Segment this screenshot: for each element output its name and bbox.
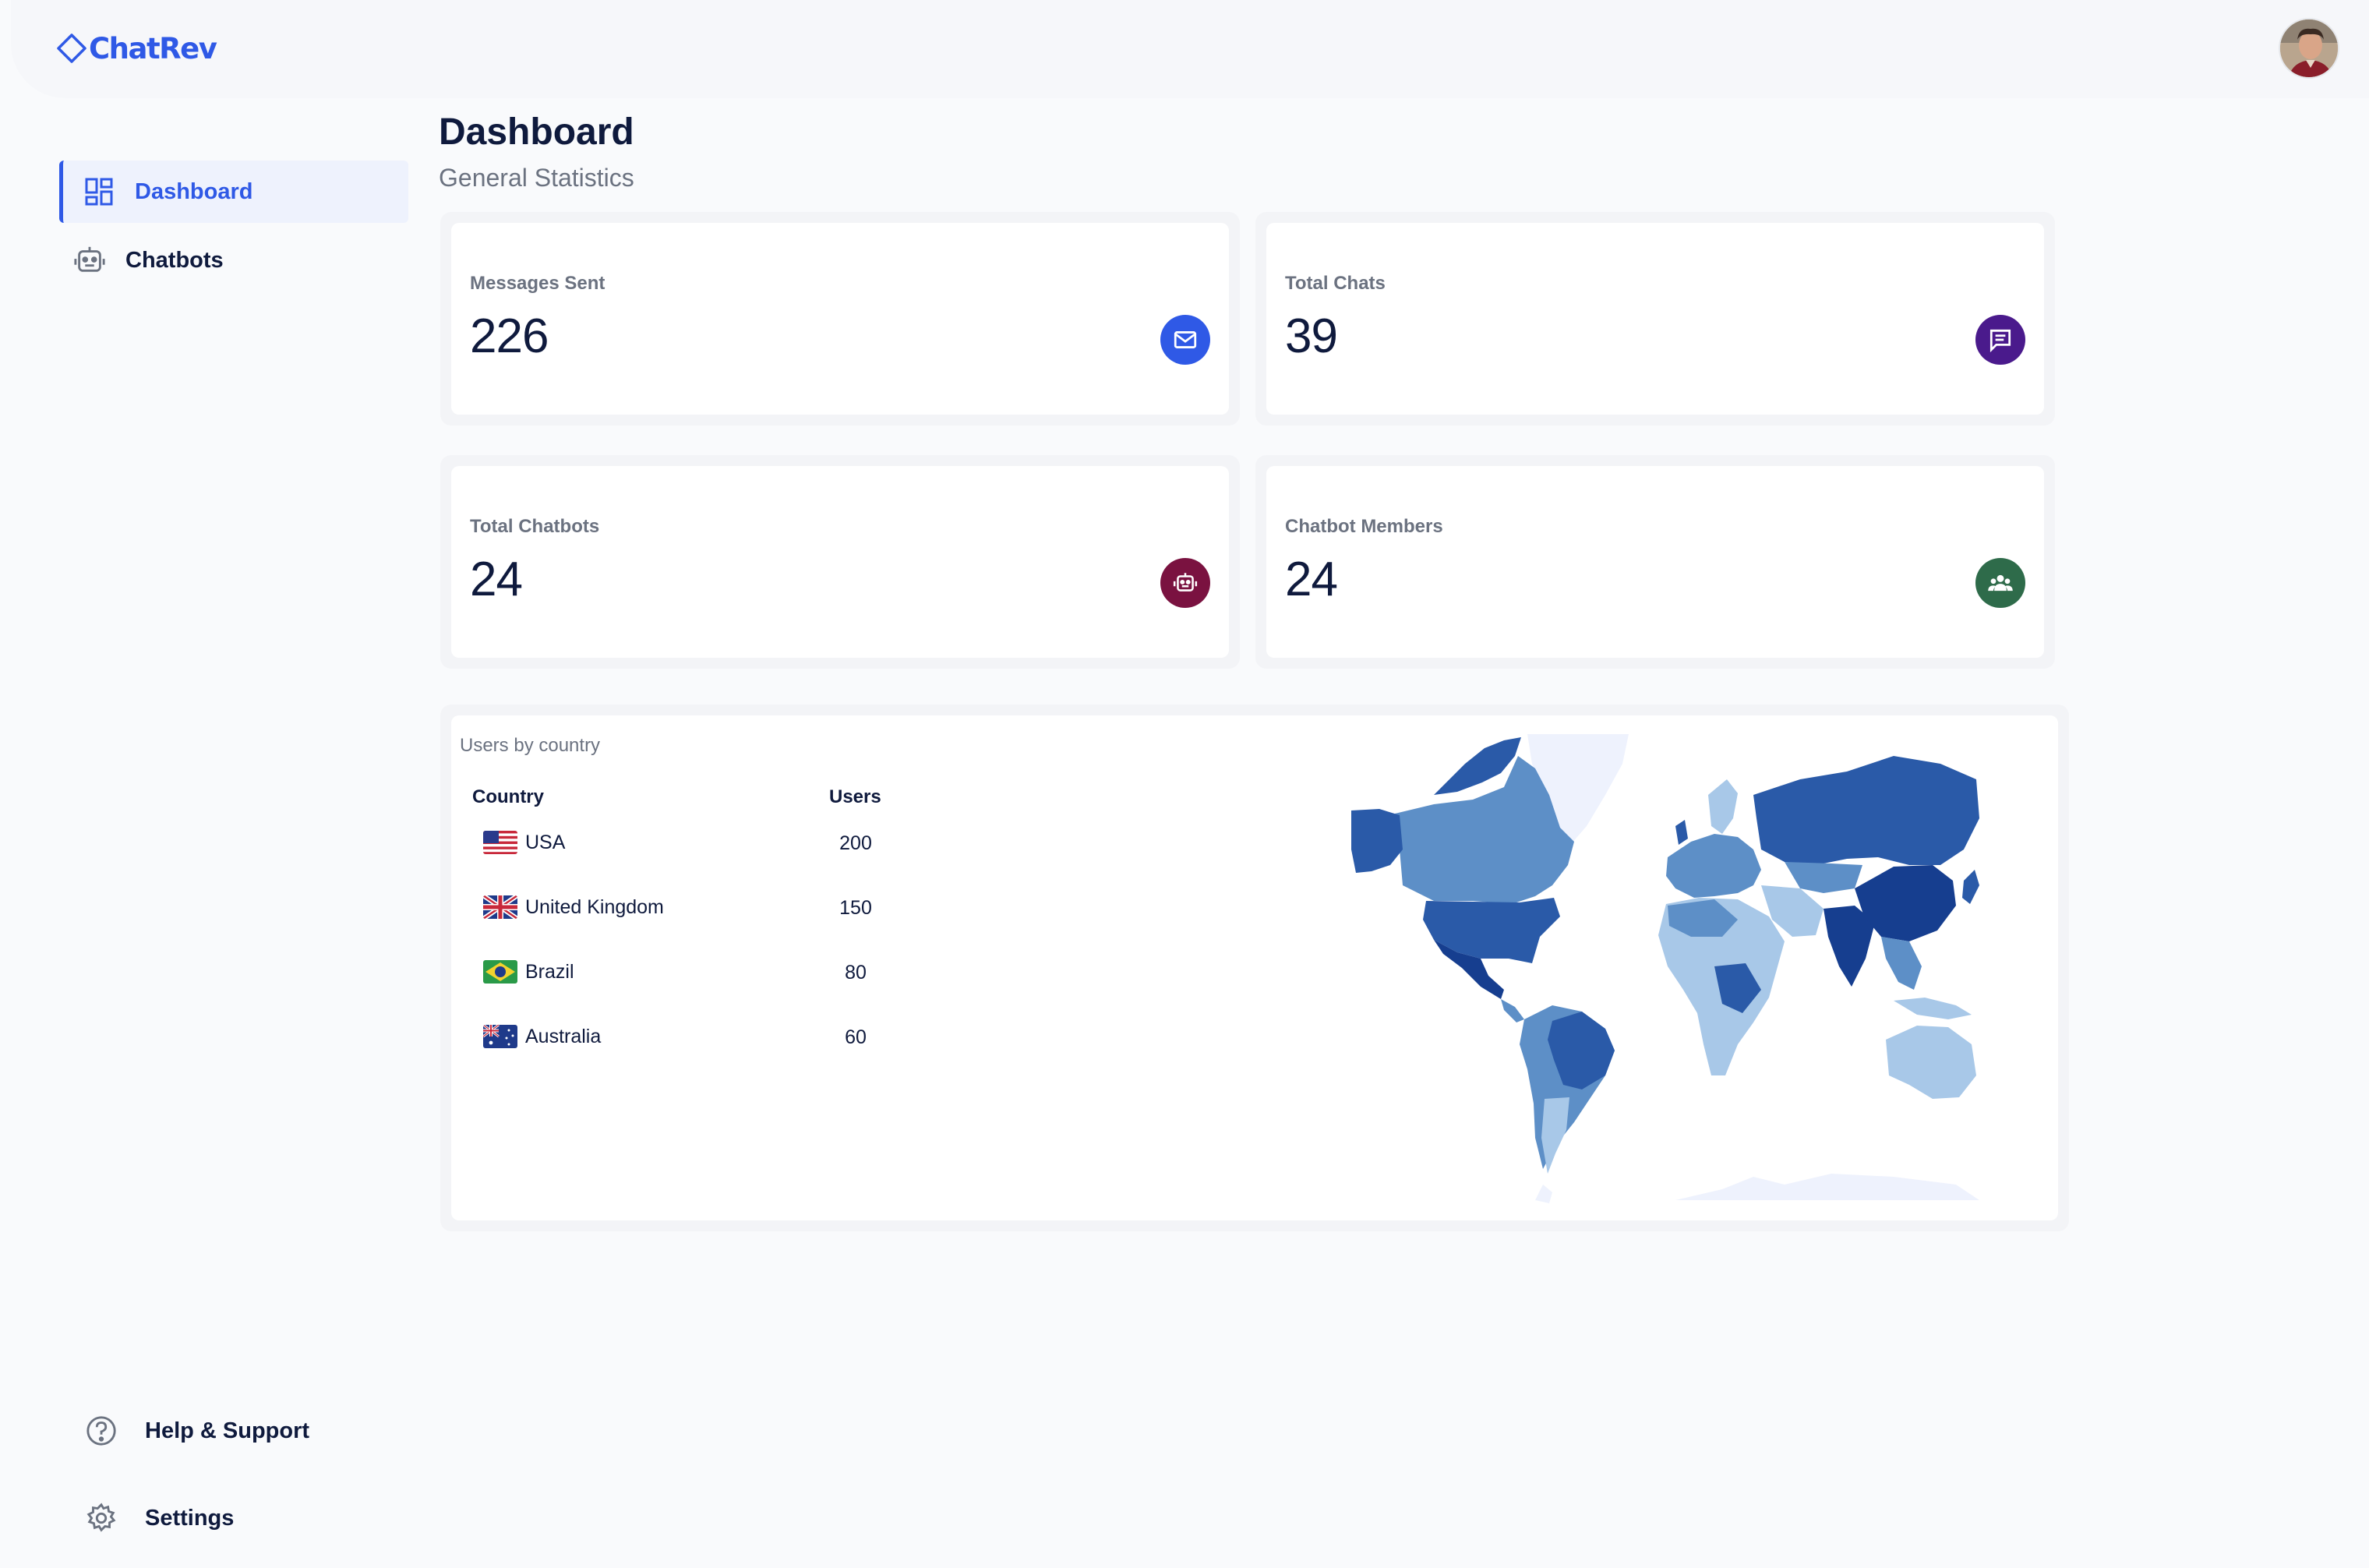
robot-icon xyxy=(1160,558,1210,608)
dashboard-icon xyxy=(82,175,116,209)
table-row: USA xyxy=(483,831,565,854)
sidebar-item-label: Help & Support xyxy=(145,1418,310,1443)
world-map[interactable] xyxy=(1348,733,1987,1208)
user-count: 80 xyxy=(845,962,867,984)
sidebar-item-label: Dashboard xyxy=(135,178,253,204)
logo-text: ChatRev xyxy=(89,31,217,65)
logo-diamond-icon xyxy=(57,34,86,63)
robot-icon xyxy=(72,243,107,277)
app-logo[interactable]: ChatRev xyxy=(56,28,217,69)
sidebar-item-help[interactable]: Help & Support xyxy=(84,1414,309,1448)
table-row: Australia xyxy=(483,1025,601,1048)
table-row: Brazil xyxy=(483,960,574,984)
stat-card-members: Chatbot Members 24 xyxy=(1255,455,2055,669)
help-icon xyxy=(84,1414,118,1448)
stat-card-messages: Messages Sent 226 xyxy=(440,212,1240,426)
stat-label: Messages Sent xyxy=(470,273,605,294)
australia-flag-icon xyxy=(483,1025,517,1048)
us-flag-icon xyxy=(483,831,517,854)
stat-value: 39 xyxy=(1285,309,1338,363)
sidebar-item-chatbots[interactable]: Chatbots xyxy=(72,243,224,277)
map-alaska[interactable] xyxy=(1351,809,1403,873)
group-icon xyxy=(1975,558,2025,608)
stat-card-chatbots: Total Chatbots 24 xyxy=(440,455,1240,669)
stat-value: 24 xyxy=(1285,553,1338,606)
sidebar-item-label: Settings xyxy=(145,1505,235,1531)
sidebar-item-dashboard[interactable]: Dashboard xyxy=(59,161,408,223)
mail-icon xyxy=(1160,315,1210,365)
user-count: 200 xyxy=(839,832,872,854)
map-indonesia[interactable] xyxy=(1894,998,1972,1019)
page-title: Dashboard xyxy=(439,111,634,153)
stat-label: Total Chats xyxy=(1285,273,1386,294)
map-scandinavia[interactable] xyxy=(1708,779,1738,834)
map-central-america[interactable] xyxy=(1501,999,1524,1022)
stat-value: 226 xyxy=(470,309,549,363)
page-subtitle: General Statistics xyxy=(439,164,634,192)
users-by-country-title: Users by country xyxy=(460,735,601,756)
user-count: 60 xyxy=(845,1026,867,1048)
map-japan[interactable] xyxy=(1962,870,1979,904)
stat-label: Chatbot Members xyxy=(1285,516,1443,537)
column-header-country: Country xyxy=(472,786,544,807)
map-uk[interactable] xyxy=(1675,820,1688,845)
map-russia[interactable] xyxy=(1753,756,1979,865)
sidebar-item-label: Chatbots xyxy=(125,247,224,273)
table-row: United Kingdom xyxy=(483,895,664,919)
map-australia[interactable] xyxy=(1886,1026,1976,1099)
country-name: USA xyxy=(525,831,566,853)
stat-value: 24 xyxy=(470,553,523,606)
stat-label: Total Chatbots xyxy=(470,516,600,537)
uk-flag-icon xyxy=(483,895,517,919)
gear-icon xyxy=(84,1501,118,1535)
country-name: United Kingdom xyxy=(525,895,664,918)
map-south-islands[interactable] xyxy=(1535,1185,1552,1203)
stat-card-chats: Total Chats 39 xyxy=(1255,212,2055,426)
country-name: Brazil xyxy=(525,960,574,983)
sidebar-item-settings[interactable]: Settings xyxy=(84,1501,234,1535)
map-southeast-asia[interactable] xyxy=(1881,937,1922,990)
user-count: 150 xyxy=(839,897,872,919)
map-antarctica[interactable] xyxy=(1675,1174,1979,1200)
chat-icon xyxy=(1975,315,2025,365)
column-header-users: Users xyxy=(829,786,881,807)
brazil-flag-icon xyxy=(483,960,517,984)
top-bar xyxy=(11,0,2369,98)
country-name: Australia xyxy=(525,1025,602,1047)
user-avatar[interactable] xyxy=(2279,18,2339,79)
